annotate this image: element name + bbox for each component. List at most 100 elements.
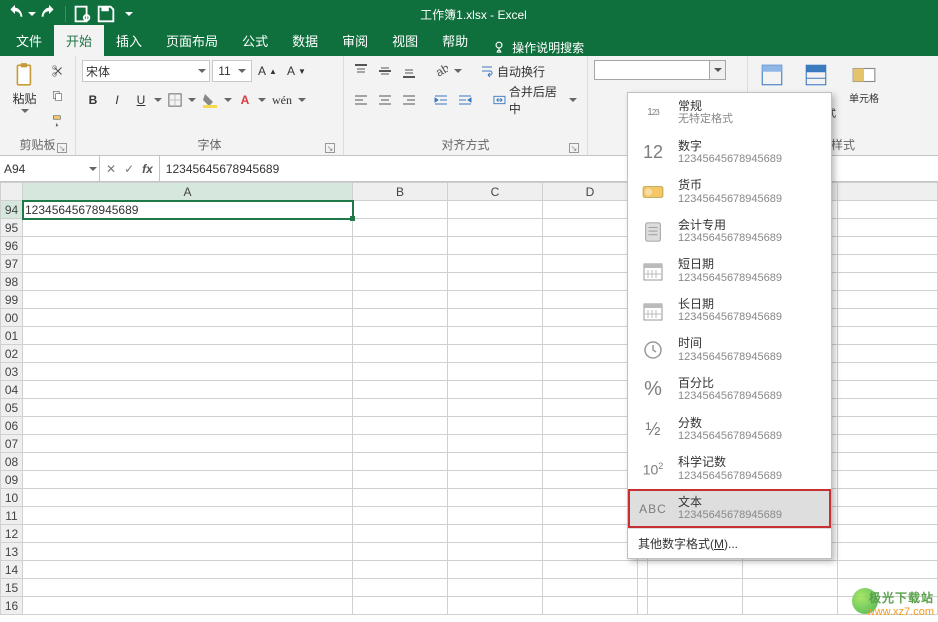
row-header[interactable]: 10 — [1, 489, 23, 507]
align-top-button[interactable] — [350, 60, 372, 82]
cell[interactable] — [353, 543, 448, 561]
cell[interactable] — [448, 381, 543, 399]
row-header[interactable]: 15 — [1, 579, 23, 597]
tab-help[interactable]: 帮助 — [430, 25, 480, 56]
cell[interactable] — [838, 291, 938, 309]
cell[interactable] — [353, 597, 448, 615]
align-left-button[interactable] — [350, 89, 372, 111]
cell[interactable] — [838, 237, 938, 255]
align-center-button[interactable] — [374, 89, 396, 111]
cell[interactable] — [23, 381, 353, 399]
cell[interactable] — [638, 561, 648, 579]
underline-button[interactable]: U — [130, 89, 152, 111]
row-header[interactable]: 08 — [1, 453, 23, 471]
row-header[interactable]: 94 — [1, 201, 23, 219]
decrease-font-size-button[interactable]: A▼ — [283, 60, 310, 82]
cell[interactable] — [543, 255, 638, 273]
cell[interactable] — [838, 417, 938, 435]
cell[interactable] — [638, 579, 648, 597]
decrease-indent-button[interactable] — [430, 89, 452, 111]
cell-styles-button[interactable]: 单元格 — [842, 60, 886, 107]
number-format-option-shortdate[interactable]: 短日期12345645678945689 — [628, 251, 831, 291]
undo-button[interactable] — [4, 3, 26, 25]
cell[interactable] — [838, 273, 938, 291]
orientation-button[interactable]: ab — [430, 60, 452, 82]
row-header[interactable]: 11 — [1, 507, 23, 525]
cell[interactable] — [353, 219, 448, 237]
cell[interactable] — [353, 237, 448, 255]
column-header-c[interactable]: C — [448, 183, 543, 201]
cell[interactable] — [448, 435, 543, 453]
cell[interactable] — [353, 309, 448, 327]
cell[interactable] — [353, 255, 448, 273]
cell[interactable] — [543, 291, 638, 309]
italic-button[interactable]: I — [106, 89, 128, 111]
cell[interactable] — [448, 309, 543, 327]
borders-button[interactable] — [164, 89, 186, 111]
tab-view[interactable]: 视图 — [380, 25, 430, 56]
cell[interactable] — [543, 525, 638, 543]
row-header[interactable]: 13 — [1, 543, 23, 561]
cell[interactable] — [23, 579, 353, 597]
cell[interactable]: 12345645678945689 — [23, 201, 353, 219]
cell[interactable] — [838, 201, 938, 219]
cell[interactable] — [448, 597, 543, 615]
number-format-option-number[interactable]: 12数字12345645678945689 — [628, 133, 831, 173]
number-format-option-general[interactable]: 123常规无特定格式 — [628, 93, 831, 133]
row-header[interactable]: 95 — [1, 219, 23, 237]
number-format-option-time[interactable]: 时间12345645678945689 — [628, 330, 831, 370]
row-header[interactable]: 06 — [1, 417, 23, 435]
number-format-dropdown-button[interactable] — [709, 61, 725, 79]
cell[interactable] — [353, 417, 448, 435]
cell[interactable] — [23, 363, 353, 381]
row-header[interactable]: 04 — [1, 381, 23, 399]
font-color-button[interactable]: A — [234, 89, 256, 111]
row-header[interactable]: 05 — [1, 399, 23, 417]
cell[interactable] — [838, 471, 938, 489]
alignment-dialog-launcher[interactable]: ↘ — [569, 143, 579, 153]
cell[interactable] — [838, 381, 938, 399]
cell[interactable] — [23, 507, 353, 525]
cell[interactable] — [353, 579, 448, 597]
cell[interactable] — [23, 219, 353, 237]
cell[interactable] — [353, 399, 448, 417]
merge-center-button[interactable]: 合并后居中 — [489, 89, 581, 111]
cell[interactable] — [543, 399, 638, 417]
cell[interactable] — [838, 435, 938, 453]
number-format-combo[interactable] — [594, 60, 726, 80]
cell[interactable] — [543, 237, 638, 255]
cell[interactable] — [838, 345, 938, 363]
cell[interactable] — [743, 561, 838, 579]
cell[interactable] — [543, 579, 638, 597]
cell[interactable] — [838, 453, 938, 471]
cell[interactable] — [543, 201, 638, 219]
cell[interactable] — [448, 417, 543, 435]
cell[interactable] — [543, 489, 638, 507]
cell[interactable] — [353, 507, 448, 525]
cell[interactable] — [648, 579, 743, 597]
cell[interactable] — [838, 507, 938, 525]
font-dialog-launcher[interactable]: ↘ — [325, 143, 335, 153]
number-format-option-scientific[interactable]: 102科学记数12345645678945689 — [628, 449, 831, 489]
cell[interactable] — [543, 219, 638, 237]
cell[interactable] — [448, 327, 543, 345]
row-header[interactable]: 98 — [1, 273, 23, 291]
cell[interactable] — [23, 525, 353, 543]
cell[interactable] — [448, 399, 543, 417]
cell[interactable] — [838, 363, 938, 381]
name-box-dropdown-icon[interactable] — [89, 167, 97, 171]
cell[interactable] — [838, 327, 938, 345]
row-header[interactable]: 14 — [1, 561, 23, 579]
cell[interactable] — [838, 489, 938, 507]
column-header-d[interactable]: D — [543, 183, 638, 201]
column-header-a[interactable]: A — [23, 183, 353, 201]
row-header[interactable]: 16 — [1, 597, 23, 615]
cell[interactable] — [448, 345, 543, 363]
cell[interactable] — [23, 255, 353, 273]
cell[interactable] — [543, 417, 638, 435]
copy-button[interactable] — [47, 85, 69, 107]
cell[interactable] — [23, 237, 353, 255]
cell[interactable] — [543, 345, 638, 363]
cell[interactable] — [23, 435, 353, 453]
cell[interactable] — [23, 561, 353, 579]
